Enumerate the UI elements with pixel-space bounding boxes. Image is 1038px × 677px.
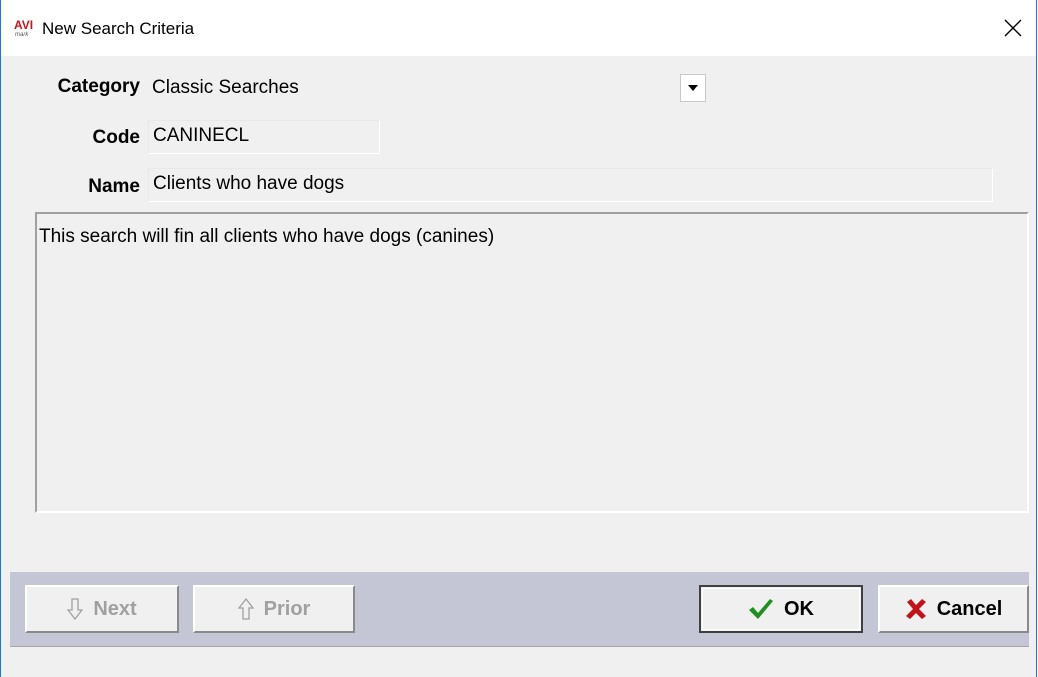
arrow-down-icon xyxy=(67,598,84,620)
category-value: Classic Searches xyxy=(152,77,299,98)
next-button-label: Next xyxy=(93,597,137,620)
prior-button[interactable]: Prior xyxy=(193,585,355,633)
name-field[interactable]: Clients who have dogs xyxy=(148,168,993,202)
dialog-window: AVI mark New Search Criteria Category Cl… xyxy=(0,0,1037,677)
close-icon xyxy=(1004,19,1022,37)
button-bar: Next Prior OK Cancel xyxy=(10,572,1029,646)
cancel-button-label: Cancel xyxy=(936,597,1003,620)
status-bar xyxy=(10,646,1029,676)
category-select[interactable]: Classic Searches xyxy=(148,72,706,104)
dialog-client-area: Category Classic Searches Code CANINECL … xyxy=(10,56,1029,676)
next-button[interactable]: Next xyxy=(25,585,179,633)
ok-button-label: OK xyxy=(784,597,814,620)
arrow-up-icon xyxy=(237,598,254,620)
code-label: Code xyxy=(92,127,141,148)
cancel-button[interactable]: Cancel xyxy=(878,585,1029,633)
description-memo[interactable]: This search will fin all clients who hav… xyxy=(35,212,1029,513)
dropdown-arrow-icon xyxy=(688,85,698,91)
ok-button[interactable]: OK xyxy=(699,585,863,633)
category-dropdown-button[interactable] xyxy=(680,74,706,102)
prior-button-label: Prior xyxy=(263,597,311,620)
app-icon: AVI mark xyxy=(14,18,38,39)
cancel-x-icon xyxy=(905,599,926,619)
category-label: Category xyxy=(57,76,140,97)
description-text: This search will fin all clients who hav… xyxy=(39,226,495,247)
window-title: New Search Criteria xyxy=(42,19,195,38)
name-label: Name xyxy=(88,176,140,197)
app-icon-subtext: mark xyxy=(15,32,29,38)
code-field[interactable]: CANINECL xyxy=(148,120,380,154)
title-bar[interactable]: AVI mark New Search Criteria xyxy=(1,0,1036,56)
close-button[interactable] xyxy=(990,0,1036,56)
checkmark-icon xyxy=(749,599,773,619)
app-icon-text: AVI xyxy=(14,18,34,32)
